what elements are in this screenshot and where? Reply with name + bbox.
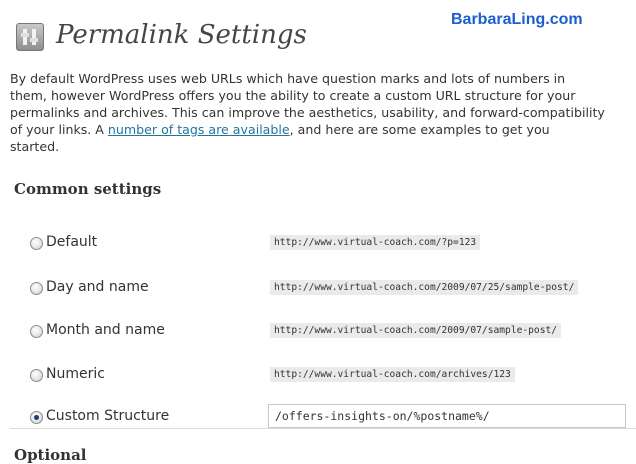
intro-paragraph: By default WordPress uses web URLs which… bbox=[10, 70, 636, 155]
settings-icon bbox=[16, 23, 44, 51]
intro-line: of your links. A number of tags are avai… bbox=[10, 121, 636, 138]
option-custom-structure[interactable]: Custom Structure bbox=[30, 404, 630, 430]
radio-numeric[interactable] bbox=[30, 369, 43, 382]
radio-custom-structure[interactable] bbox=[30, 411, 43, 424]
example-url: http://www.virtual-coach.com/2009/07/sam… bbox=[270, 323, 562, 338]
example-url: http://www.virtual-coach.com/?p=123 bbox=[270, 235, 481, 250]
intro-line: permalinks and archives. This can improv… bbox=[10, 105, 605, 120]
option-day-and-name[interactable]: Day and name http://www.virtual-coach.co… bbox=[30, 277, 630, 301]
option-numeric[interactable]: Numeric http://www.virtual-coach.com/arc… bbox=[30, 364, 630, 388]
option-label[interactable]: Numeric bbox=[46, 366, 105, 382]
custom-structure-input[interactable] bbox=[268, 404, 626, 428]
watermark-text: BarbaraLing.com bbox=[451, 11, 583, 28]
radio-default[interactable] bbox=[30, 237, 43, 250]
intro-line: By default WordPress uses web URLs which… bbox=[10, 71, 566, 86]
intro-text: of your links. A bbox=[10, 122, 108, 137]
section-divider bbox=[10, 428, 636, 429]
example-url: http://www.virtual-coach.com/2009/07/25/… bbox=[270, 280, 579, 295]
page-title: Permalink Settings bbox=[56, 20, 307, 50]
intro-text: , and here are some examples to get you bbox=[289, 122, 550, 137]
option-month-and-name[interactable]: Month and name http://www.virtual-coach.… bbox=[30, 320, 630, 344]
option-label[interactable]: Day and name bbox=[46, 279, 149, 295]
available-tags-link[interactable]: number of tags are available bbox=[108, 122, 290, 137]
section-heading-common-settings: Common settings bbox=[14, 180, 162, 198]
option-label[interactable]: Custom Structure bbox=[46, 408, 169, 424]
option-label[interactable]: Month and name bbox=[46, 322, 165, 338]
radio-day-and-name[interactable] bbox=[30, 282, 43, 295]
radio-month-and-name[interactable] bbox=[30, 325, 43, 338]
option-label[interactable]: Default bbox=[46, 234, 97, 250]
option-default[interactable]: Default http://www.virtual-coach.com/?p=… bbox=[30, 232, 630, 256]
intro-line: started. bbox=[10, 139, 60, 154]
section-heading-optional: Optional bbox=[14, 446, 87, 464]
example-url: http://www.virtual-coach.com/archives/12… bbox=[270, 367, 515, 382]
intro-line: them, however WordPress offers you the a… bbox=[10, 88, 576, 103]
